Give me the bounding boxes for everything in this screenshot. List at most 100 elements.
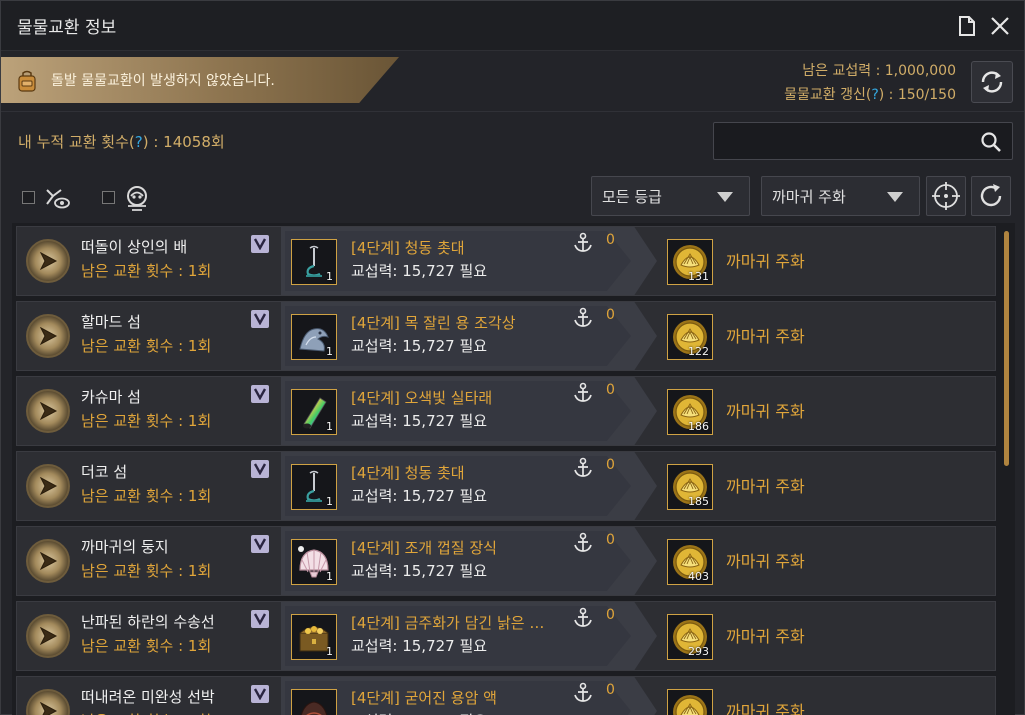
remaining-trades: 남은 교환 횟수 : 1회	[81, 412, 212, 430]
barter-row[interactable]: 까마귀의 둥지 남은 교환 횟수 : 1회 1 [4단계] 조개 껍질 장식 교…	[16, 526, 996, 596]
refresh-button[interactable]	[971, 61, 1013, 103]
reward-name: 까마귀 주화	[726, 327, 805, 346]
expand-badge-icon[interactable]	[251, 385, 269, 403]
search-input[interactable]	[722, 129, 972, 153]
anchor-count: 0	[606, 607, 615, 623]
item-requirement: 교섭력: 15,727 필요	[351, 262, 488, 280]
cumulative-label: 내 누적 교환 횟수(	[18, 133, 135, 151]
anchor-icon	[574, 232, 592, 252]
anchor-icon	[574, 307, 592, 327]
item-slot[interactable]: 1	[291, 314, 337, 360]
item-name: [4단계] 청동 촛대	[351, 239, 465, 257]
item-requirement: 교섭력: 15,727 필요	[351, 337, 488, 355]
navigate-icon[interactable]	[26, 539, 70, 583]
reward-slot[interactable]: 122	[667, 314, 713, 360]
item-requirement: 교섭력: 15,727 필요	[351, 562, 488, 580]
document-icon[interactable]	[956, 15, 978, 37]
anchor-count: 0	[606, 382, 615, 398]
npc-name: 난파된 하란의 수송선	[81, 613, 215, 631]
window-title: 물물교환 정보	[17, 18, 117, 38]
chevron-down-icon	[717, 192, 733, 202]
close-icon[interactable]	[989, 15, 1011, 37]
remaining-power: 남은 교섭력 : 1,000,000	[802, 63, 956, 79]
item-slot[interactable]: 1	[291, 614, 337, 660]
barter-row[interactable]: 더코 섬 남은 교환 횟수 : 1회 1 [4단계] 청동 촛대 교섭력: 15…	[16, 451, 996, 521]
reward-slot[interactable]: 403	[667, 539, 713, 585]
currency-dropdown[interactable]: 까마귀 주화	[761, 176, 920, 216]
filter-checkbox-2[interactable]	[102, 191, 115, 204]
item-count: 1	[326, 420, 333, 433]
reward-count: 185	[688, 495, 709, 508]
reward-slot[interactable]: 186	[667, 389, 713, 435]
item-slot[interactable]: 1	[291, 389, 337, 435]
barter-info-window: 물물교환 정보 돌발 물물교환이 발생하지 않았습니다. 남은 교섭력 : 1,…	[0, 0, 1025, 715]
barter-row[interactable]: 난파된 하란의 수송선 남은 교환 횟수 : 1회 1 [4단계] 금주화가 담…	[16, 601, 996, 671]
help-icon[interactable]: ?	[871, 87, 878, 103]
barter-row[interactable]: 떠돌이 상인의 배 남은 교환 횟수 : 1회 1 [4단계] 청동 촛대 교섭…	[16, 226, 996, 296]
barter-list[interactable]: 떠돌이 상인의 배 남은 교환 횟수 : 1회 1 [4단계] 청동 촛대 교섭…	[12, 223, 1015, 715]
navigate-icon[interactable]	[26, 689, 70, 715]
grade-dropdown[interactable]: 모든 등급	[591, 176, 750, 216]
navigate-icon[interactable]	[26, 389, 70, 433]
lava-icon	[300, 701, 328, 715]
help-icon[interactable]: ?	[135, 133, 143, 151]
reward-count: 122	[688, 345, 709, 358]
expand-badge-icon[interactable]	[251, 610, 269, 628]
item-count: 1	[326, 495, 333, 508]
cumulative-trade-count: 내 누적 교환 횟수(?) : 14058회	[18, 131, 225, 152]
anchor-icon	[574, 607, 592, 627]
item-name: [4단계] 청동 촛대	[351, 464, 465, 482]
item-count: 1	[326, 345, 333, 358]
reward-name: 까마귀 주화	[726, 252, 805, 271]
barter-row[interactable]: 할마드 섬 남은 교환 횟수 : 1회 1 [4단계] 목 잘린 용 조각상 교…	[16, 301, 996, 371]
expand-badge-icon[interactable]	[251, 535, 269, 553]
refresh-icon	[981, 71, 1003, 93]
anchor-count: 0	[606, 232, 615, 248]
reward-slot[interactable]: 131	[667, 239, 713, 285]
item-count: 1	[326, 570, 333, 583]
item-slot[interactable]: 1	[291, 539, 337, 585]
list-refresh-button[interactable]	[971, 176, 1011, 216]
reward-name: 까마귀 주화	[726, 702, 805, 715]
refresh-icon	[980, 184, 1002, 207]
item-requirement: 교섭력: 15,727 필요	[351, 487, 488, 505]
item-name: [4단계] 조개 껍질 장식	[351, 539, 497, 557]
banner-text: 돌발 물물교환이 발생하지 않았습니다.	[51, 73, 275, 89]
item-count: 1	[326, 645, 333, 658]
expand-badge-icon[interactable]	[251, 310, 269, 328]
sudden-barter-banner: 돌발 물물교환이 발생하지 않았습니다.	[1, 57, 399, 103]
npc-name: 더코 섬	[81, 463, 128, 481]
refresh-value: ) : 150/150	[878, 87, 956, 103]
reward-slot[interactable]: 185	[667, 464, 713, 510]
locate-button[interactable]	[926, 176, 966, 216]
item-slot[interactable]: 1	[291, 689, 337, 715]
expand-badge-icon[interactable]	[251, 235, 269, 253]
reward-name: 까마귀 주화	[726, 552, 805, 571]
navigate-icon[interactable]	[26, 314, 70, 358]
scrollbar[interactable]	[1001, 225, 1011, 715]
filter-checkbox-1[interactable]	[22, 191, 35, 204]
navigate-icon[interactable]	[26, 239, 70, 283]
item-slot[interactable]: 1	[291, 239, 337, 285]
anchor-icon	[574, 457, 592, 477]
backpack-icon	[18, 70, 36, 92]
navigate-icon[interactable]	[26, 614, 70, 658]
expand-badge-icon[interactable]	[251, 685, 269, 703]
barter-row[interactable]: 카슈마 섬 남은 교환 횟수 : 1회 1 [4단계] 오색빛 실타래 교섭력:…	[16, 376, 996, 446]
remaining-trades: 남은 교환 횟수 : 1회	[81, 562, 212, 580]
barter-row[interactable]: 떠내려온 미완성 선박 남은 교환 횟수 : 1회 1 [4단계] 굳어진 용암…	[16, 676, 996, 715]
search-box[interactable]	[713, 122, 1013, 160]
item-name: [4단계] 굳어진 용암 액	[351, 689, 497, 707]
reward-slot[interactable]	[667, 689, 713, 715]
navigate-icon[interactable]	[26, 464, 70, 508]
expand-badge-icon[interactable]	[251, 460, 269, 478]
search-icon[interactable]	[980, 131, 1002, 153]
grade-dropdown-value: 모든 등급	[602, 188, 662, 206]
item-slot[interactable]: 1	[291, 464, 337, 510]
item-requirement: 교섭력: 15,727 필요	[351, 637, 488, 655]
npc-name: 떠내려온 미완성 선박	[81, 688, 215, 706]
scroll-thumb[interactable]	[1004, 231, 1009, 466]
reward-slot[interactable]: 293	[667, 614, 713, 660]
item-name: [4단계] 금주화가 담긴 낡은 …	[351, 614, 545, 632]
reward-count: 186	[688, 420, 709, 433]
